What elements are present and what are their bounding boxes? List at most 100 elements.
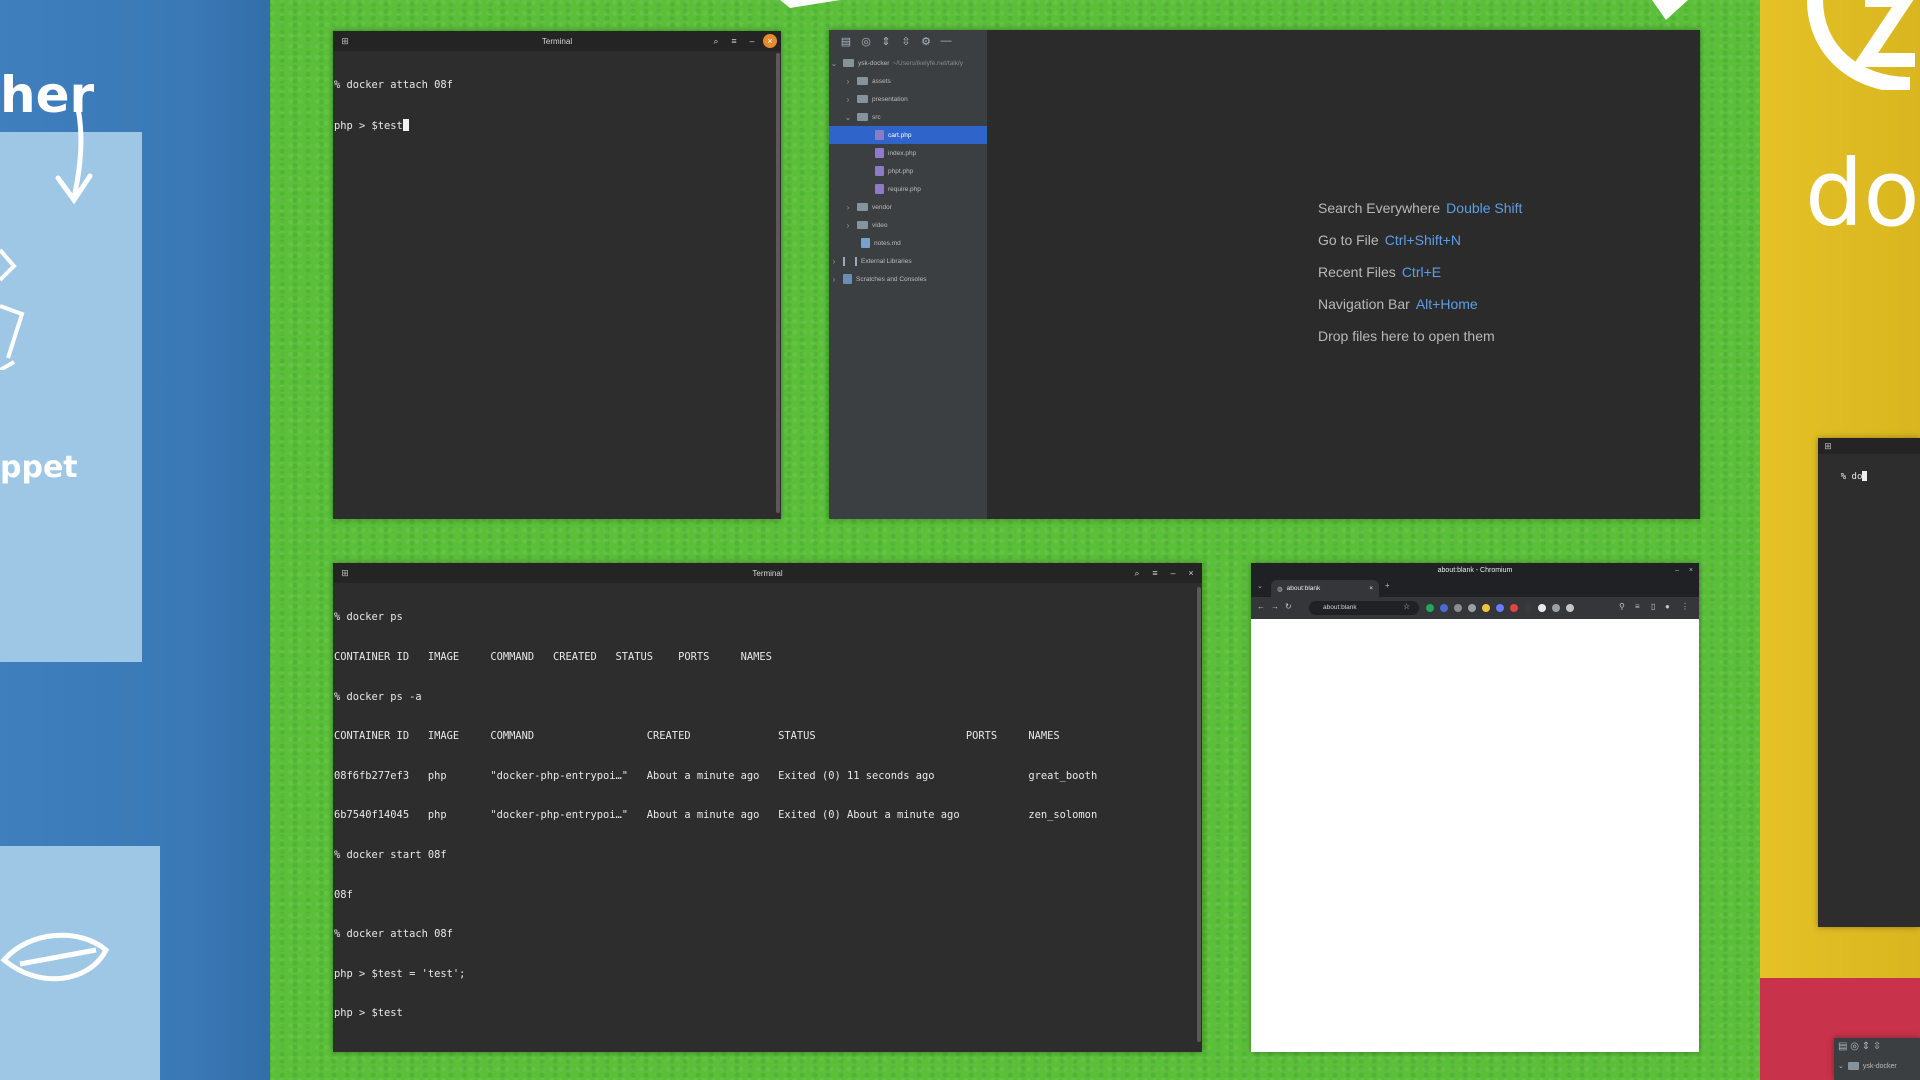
tree-item-folder[interactable]: › presentation — [829, 90, 1001, 108]
extension-icon[interactable] — [1482, 604, 1490, 612]
forward-icon[interactable]: → — [1271, 602, 1279, 611]
terminal-prompt-line[interactable]: php > $test — [334, 1007, 1201, 1020]
tree-item-file-selected[interactable]: cart.php — [829, 126, 987, 144]
extension-icon[interactable] — [1496, 604, 1504, 612]
extension-icon[interactable] — [1426, 604, 1434, 612]
close-button[interactable]: × — [1184, 566, 1198, 580]
browser-tab[interactable]: ◍ about:blank × — [1271, 580, 1379, 597]
terminal-window-partial[interactable]: ⊞ % do — [1818, 438, 1920, 927]
php-file-icon — [875, 148, 884, 158]
extension-icon[interactable] — [1566, 604, 1574, 612]
terminal-line: % docker attach 08f — [334, 928, 453, 941]
search-icon[interactable]: ⌕ — [1130, 566, 1144, 580]
extension-icon[interactable] — [1440, 604, 1448, 612]
hide-panel-icon[interactable]: — — [939, 35, 953, 47]
gear-icon[interactable]: ⚙ — [919, 35, 933, 48]
tab-list-icon[interactable]: ≡ — [1635, 602, 1640, 611]
ide-window-partial[interactable]: ▤ ◎ ⇕ ⇳ ⌄ ysk-docker — [1834, 1038, 1920, 1080]
search-icon[interactable]: ⌕ — [709, 34, 723, 48]
extension-icon[interactable] — [1454, 604, 1462, 612]
extensions-puzzle-icon[interactable]: ⚲ — [1619, 602, 1625, 611]
new-tab-icon[interactable]: + — [1385, 581, 1390, 590]
window-title: about:blank - Chromium — [1437, 566, 1513, 574]
tree-item-label: vendor — [872, 203, 892, 211]
terminal-titlebar[interactable]: ⊞ — [1818, 438, 1920, 454]
chevron-right-icon[interactable]: › — [843, 77, 853, 86]
locate-icon[interactable]: ◎ — [859, 35, 873, 48]
extension-icon[interactable] — [1524, 604, 1532, 612]
hint-shortcut: Alt+Home — [1415, 296, 1478, 312]
chevron-right-icon[interactable]: › — [843, 203, 853, 212]
page-content[interactable] — [1251, 619, 1699, 1052]
extension-icon[interactable] — [1510, 604, 1518, 612]
terminal-window-small[interactable]: ⊞ Terminal ⌕ ≡ – × % docker attach 08f p… — [333, 31, 781, 519]
extension-icon[interactable] — [1468, 604, 1476, 612]
terminal-line: % docker ps — [334, 611, 403, 624]
bookmark-star-icon[interactable]: ☆ — [1403, 602, 1410, 611]
tree-item-folder[interactable]: › vendor — [829, 198, 1001, 216]
collapse-all-icon[interactable]: ⇳ — [899, 35, 913, 48]
terminal-titlebar[interactable]: ⊞ Terminal ⌕ ≡ – × — [333, 31, 781, 51]
project-view-icon[interactable]: ▤ — [839, 35, 853, 48]
tree-item-file[interactable]: require.php — [829, 180, 987, 198]
wallpaper-text: do — [1805, 140, 1920, 247]
chromium-window[interactable]: about:blank - Chromium – × ⌄ ◍ about:bla… — [1251, 563, 1699, 1052]
new-tab-icon[interactable]: ⊞ — [339, 35, 351, 47]
kebab-menu-icon[interactable]: ⋮ — [1681, 602, 1689, 611]
chevron-right-icon[interactable]: › — [843, 221, 853, 230]
tab-close-icon[interactable]: × — [1369, 585, 1373, 592]
chalk-leaf-icon — [0, 932, 110, 982]
new-tab-icon[interactable]: ⊞ — [1822, 440, 1834, 452]
ide-window[interactable]: ▤ ◎ ⇕ ⇳ ⚙ — ⌄ ysk-docker ~/Users/ikelyfe… — [829, 30, 1700, 519]
markdown-file-icon — [861, 238, 870, 248]
tree-item-folder[interactable]: › video — [829, 216, 1001, 234]
hint-drop-files: Drop files here to open them — [1318, 328, 1495, 344]
minimize-button[interactable]: – — [1675, 567, 1679, 574]
back-icon[interactable]: ← — [1257, 602, 1265, 611]
terminal-titlebar[interactable]: ⊞ Terminal ⌕ ≡ – × — [333, 563, 1202, 583]
chromium-titlebar[interactable]: about:blank - Chromium – × — [1251, 563, 1699, 577]
hint-search-everywhere: Search Everywhere Double Shift — [1318, 200, 1522, 216]
minimize-button[interactable]: – — [745, 34, 759, 48]
expand-all-icon[interactable]: ⇕ — [879, 35, 893, 48]
extension-icon[interactable] — [1538, 604, 1546, 612]
close-button[interactable]: × — [763, 34, 777, 48]
terminal-output[interactable]: % do — [1818, 456, 1920, 927]
chevron-down-icon[interactable]: ⌄ — [843, 113, 853, 122]
tree-item-file[interactable]: phpt.php — [829, 162, 987, 180]
tree-item-file[interactable]: notes.md — [829, 234, 987, 252]
tree-item-file[interactable]: index.php — [829, 144, 987, 162]
folder-icon — [857, 77, 868, 85]
menu-icon[interactable]: ≡ — [727, 34, 741, 48]
side-panel-icon[interactable]: ▯ — [1651, 602, 1655, 611]
tab-search-icon[interactable]: ⌄ — [1257, 582, 1263, 590]
tree-item-external-libraries[interactable]: › External Libraries — [829, 252, 987, 270]
chevron-down-icon[interactable]: ⌄ — [1838, 1062, 1844, 1070]
terminal-window-large[interactable]: ⊞ Terminal ⌕ ≡ – × % docker ps CONTAINER… — [333, 563, 1202, 1052]
scrollbar[interactable] — [1197, 587, 1201, 1042]
editor-empty-area[interactable]: Search Everywhere Double Shift Go to File… — [987, 30, 1700, 519]
hint-go-to-file: Go to File Ctrl+Shift+N — [1318, 232, 1461, 248]
profile-icon[interactable]: ● — [1665, 602, 1670, 611]
tree-item-project-root[interactable]: ⌄ ysk-docker ~/Users/ikelyfe.net/talk/y — [829, 54, 987, 72]
scrollbar[interactable] — [776, 53, 780, 513]
tree-item-project-root[interactable]: ⌄ ysk-docker — [1838, 1062, 1897, 1070]
menu-icon[interactable]: ≡ — [1148, 566, 1162, 580]
terminal-output[interactable]: % docker ps CONTAINER ID IMAGE COMMAND C… — [333, 583, 1202, 1052]
chevron-right-icon[interactable]: › — [843, 95, 853, 104]
tree-item-scratches[interactable]: › Scratches and Consoles — [829, 270, 987, 288]
chevron-down-icon[interactable]: ⌄ — [829, 59, 839, 68]
extension-icon[interactable] — [1552, 604, 1560, 612]
tree-item-folder[interactable]: › assets — [829, 72, 1001, 90]
chevron-right-icon[interactable]: › — [829, 257, 839, 266]
terminal-output[interactable]: % docker attach 08f php > $test — [333, 51, 781, 519]
terminal-prompt-line[interactable]: php > $test — [334, 119, 780, 132]
close-button[interactable]: × — [1689, 567, 1693, 574]
new-tab-icon[interactable]: ⊞ — [339, 567, 351, 579]
php-file-icon — [875, 184, 884, 194]
chevron-right-icon[interactable]: › — [829, 275, 839, 284]
tree-item-folder[interactable]: ⌄ src — [829, 108, 1001, 126]
minimize-button[interactable]: – — [1166, 566, 1180, 580]
tree-item-label: Scratches and Consoles — [856, 275, 927, 283]
reload-icon[interactable]: ↻ — [1285, 602, 1292, 611]
